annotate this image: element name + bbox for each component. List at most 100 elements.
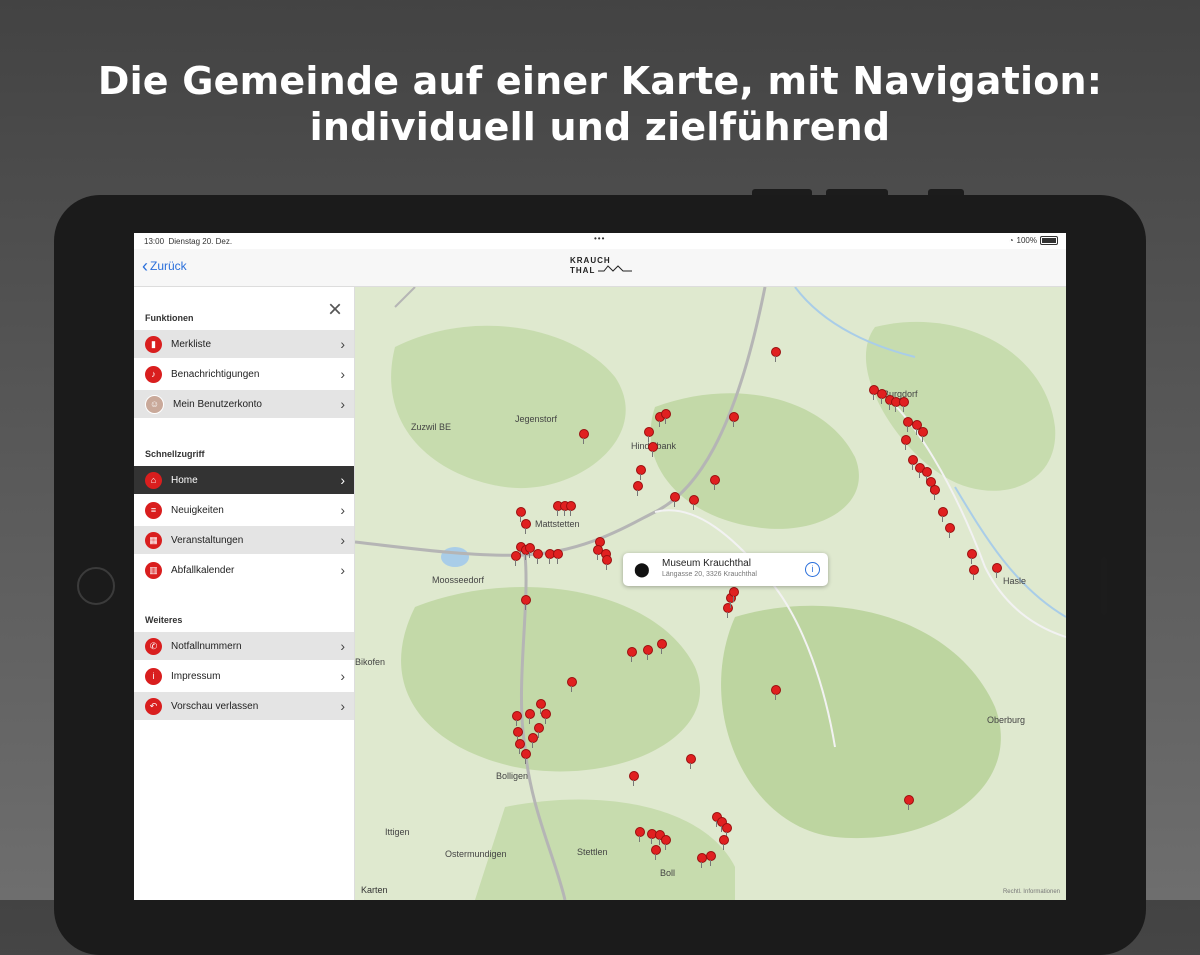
place-label: Ittigen (385, 827, 410, 837)
map-view[interactable]: Jegenstorf Zuzwil BE Hindelbank Burgdorf… (355, 287, 1066, 900)
map-pin-icon[interactable] (938, 507, 948, 522)
map-pin-icon[interactable] (729, 587, 739, 602)
map-pin-icon[interactable] (602, 555, 612, 570)
menu-item-benachrichtigungen[interactable]: ♪ Benachrichtigungen › (134, 360, 354, 389)
map-pin-icon[interactable] (904, 795, 914, 810)
map-pin-icon[interactable] (643, 645, 653, 660)
map-pin-icon[interactable] (515, 739, 525, 754)
chevron-right-icon: › (340, 668, 345, 684)
map-pin-icon[interactable] (723, 603, 733, 618)
map-pin-icon[interactable] (521, 749, 531, 764)
map-pin-icon[interactable] (899, 397, 909, 412)
map-pin-icon[interactable] (922, 467, 932, 482)
map-pin-icon[interactable] (648, 442, 658, 457)
chevron-right-icon: › (340, 532, 345, 548)
chevron-right-icon: › (340, 366, 345, 382)
map-pin-icon[interactable] (930, 485, 940, 500)
map-pin-icon[interactable] (722, 823, 732, 838)
map-pin-icon[interactable] (513, 727, 523, 742)
map-pin-icon[interactable] (512, 711, 522, 726)
map-pin-icon[interactable] (566, 501, 576, 516)
map-pin-icon[interactable] (627, 647, 637, 662)
map-pin-icon[interactable] (567, 677, 577, 692)
map-pin-icon[interactable] (633, 481, 643, 496)
close-icon[interactable]: × (324, 298, 346, 322)
chevron-right-icon: › (340, 502, 345, 518)
bookmark-icon: ▮ (145, 335, 162, 353)
map-pin-icon[interactable] (706, 851, 716, 866)
map-callout[interactable]: ⬤ Museum Krauchthal Längasse 20, 3326 Kr… (623, 553, 828, 586)
maps-brand-label: Karten (361, 885, 388, 895)
map-pin-icon[interactable] (710, 475, 720, 490)
legal-link[interactable]: Rechtl. Informationen (1003, 889, 1060, 895)
logo-line-1: KRAUCH (570, 256, 611, 265)
map-pin-icon[interactable] (689, 495, 699, 510)
map-pin-icon[interactable] (651, 845, 661, 860)
map-pin-icon[interactable] (636, 465, 646, 480)
back-label: Zurück (150, 259, 187, 273)
info-icon: i (145, 667, 162, 685)
map-pin-icon[interactable] (719, 835, 729, 850)
map-pin-icon[interactable] (969, 565, 979, 580)
menu-item-home[interactable]: ⌂ Home › (134, 466, 354, 495)
map-pin-icon[interactable] (534, 723, 544, 738)
menu-item-vorschau-verlassen[interactable]: ↶ Vorschau verlassen › (134, 692, 354, 721)
map-pin-icon[interactable] (579, 429, 589, 444)
map-pin-icon[interactable] (635, 827, 645, 842)
chevron-right-icon: › (340, 336, 345, 352)
section-title-schnellzugriff: Schnellzugriff (145, 449, 205, 459)
map-pin-icon[interactable] (686, 754, 696, 769)
map-pin-icon[interactable] (901, 435, 911, 450)
map-pin-icon[interactable] (657, 639, 667, 654)
map-pin-icon[interactable] (670, 492, 680, 507)
avatar-icon: ☺ (145, 394, 164, 414)
callout-title: Museum Krauchthal (662, 558, 751, 569)
ipad-screen: 13:00 Dienstag 20. Dez. ••• ◔ 100% ‹ Zurü… (134, 233, 1066, 900)
menu-item-benutzerkonto[interactable]: ☺ Mein Benutzerkonto › (134, 390, 354, 419)
map-pin-icon[interactable] (516, 507, 526, 522)
wifi-icon: ◔ (1008, 236, 1014, 245)
place-label: Jegenstorf (515, 414, 558, 424)
map-pin-icon[interactable] (967, 549, 977, 564)
map-pin-icon[interactable] (661, 409, 671, 424)
nav-bar: ‹ Zurück KRAUCH THAL (134, 249, 1066, 287)
map-pin-icon[interactable] (553, 549, 563, 564)
map-pin-icon[interactable] (533, 549, 543, 564)
place-label: Stettlen (577, 847, 608, 857)
place-label: Mattstetten (535, 519, 580, 529)
callout-address: Längasse 20, 3326 Krauchthal (662, 571, 757, 578)
menu-item-merkliste[interactable]: ▮ Merkliste › (134, 330, 354, 359)
map-pin-icon[interactable] (528, 733, 538, 748)
map-pin-icon[interactable] (661, 835, 671, 850)
menu-item-notfallnummern[interactable]: ✆ Notfallnummern › (134, 632, 354, 661)
map-pin-icon[interactable] (541, 709, 551, 724)
map-pin-icon[interactable] (918, 427, 928, 442)
headline-line-2: individuell und zielführend (309, 105, 891, 149)
place-label: Oberburg (987, 715, 1026, 725)
chevron-right-icon: › (340, 472, 345, 488)
map-pin-icon[interactable] (521, 595, 531, 610)
map-pin-icon[interactable] (521, 519, 531, 534)
menu-item-label: Notfallnummern (171, 640, 242, 652)
map-pin-icon[interactable] (536, 699, 546, 714)
menu-item-impressum[interactable]: i Impressum › (134, 662, 354, 691)
menu-item-abfallkalender[interactable]: ▥ Abfallkalender › (134, 556, 354, 585)
exit-icon: ↶ (145, 697, 162, 715)
battery-icon (1040, 236, 1058, 245)
chevron-right-icon: › (340, 562, 345, 578)
map-pin-icon[interactable] (525, 709, 535, 724)
back-button[interactable]: ‹ Zurück (142, 257, 187, 275)
map-pin-icon[interactable] (771, 347, 781, 362)
map-pin-icon[interactable] (992, 563, 1002, 578)
menu-item-neuigkeiten[interactable]: ≡ Neuigkeiten › (134, 496, 354, 525)
logo-line-2: THAL (570, 266, 596, 275)
map-pin-icon[interactable] (629, 771, 639, 786)
map-pin-icon[interactable] (511, 551, 521, 566)
info-icon[interactable]: i (805, 562, 820, 577)
menu-item-veranstaltungen[interactable]: ▦ Veranstaltungen › (134, 526, 354, 555)
place-label: Boll (660, 868, 676, 878)
map-pin-icon[interactable] (644, 427, 654, 442)
map-pin-icon[interactable] (945, 523, 955, 538)
map-pin-icon[interactable] (729, 412, 739, 427)
map-pin-icon[interactable] (771, 685, 781, 700)
